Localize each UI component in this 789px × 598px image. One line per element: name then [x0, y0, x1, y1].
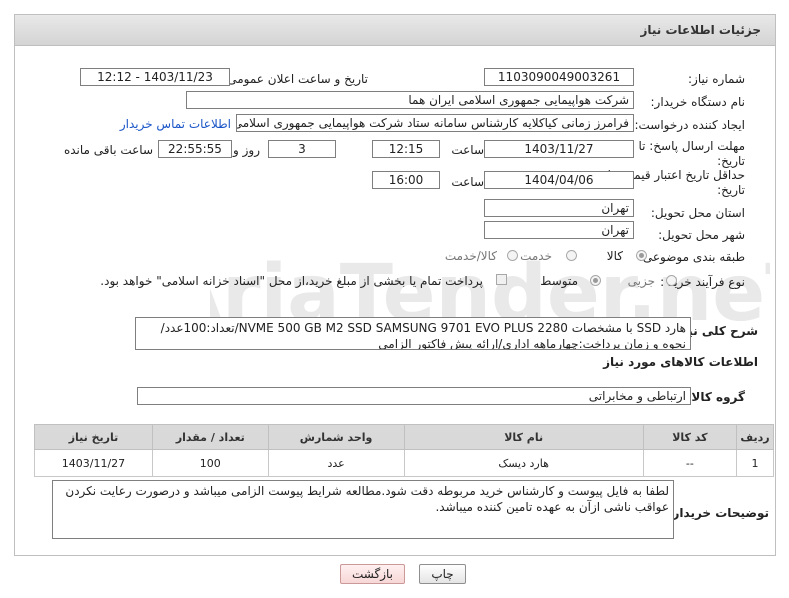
category-option-goods: کالا	[606, 249, 623, 263]
items-table-header: ردیف کد کالا نام کالا واحد شمارش تعداد /…	[34, 424, 775, 450]
cell-quantity: 100	[151, 449, 269, 477]
col-need-date: تاریخ نیاز	[34, 424, 153, 450]
cell-item-code: --	[642, 449, 737, 477]
price-validity-time-field: 16:00	[372, 171, 440, 189]
requester-label: ایجاد کننده درخواست:	[634, 118, 745, 132]
price-validity-date-field: 1404/04/06	[484, 171, 634, 189]
reply-time-label: ساعت	[451, 143, 484, 157]
process-option-minor: جزیی	[627, 274, 655, 288]
cell-need-date: 1403/11/27	[34, 449, 153, 477]
process-radio-minor[interactable]	[666, 275, 677, 286]
reply-deadline-label: مهلت ارسال پاسخ: تا	[638, 139, 745, 153]
reply-date-field: 1403/11/27	[484, 140, 634, 158]
category-option-goods-service: کالا/خدمت	[444, 249, 497, 263]
cell-unit: عدد	[267, 449, 405, 477]
col-unit: واحد شمارش	[267, 424, 405, 450]
goods-group-label: گروه کالا:	[686, 390, 745, 404]
col-row: ردیف	[735, 424, 775, 450]
goods-info-title: اطلاعات کالاهای مورد نیاز	[603, 355, 758, 369]
category-radio-goods-service[interactable]	[507, 250, 518, 261]
requester-field: فرامرز زمانی کیاکلایه کارشناس سامانه ستا…	[236, 114, 634, 132]
treasury-payment-note: پرداخت تمام یا بخشی از مبلغ خرید،از محل …	[100, 274, 483, 288]
reply-time-field: 12:15	[372, 140, 440, 158]
category-option-service: خدمت	[520, 249, 552, 263]
process-option-medium: متوسط	[540, 274, 578, 288]
days-remaining-field: 3	[268, 140, 336, 158]
col-quantity: تعداد / مقدار	[151, 424, 269, 450]
items-table: ردیف کد کالا نام کالا واحد شمارش تعداد /…	[34, 424, 775, 477]
buyer-notes-label: توضیحات خریدار:	[667, 506, 769, 520]
contact-info-link[interactable]: اطلاعات تماس خریدار	[120, 117, 231, 131]
cell-item-name: هارد دیسک	[403, 449, 644, 477]
price-validity-time-label: ساعت	[451, 175, 484, 189]
reply-deadline-label-2: تاریخ:	[717, 154, 745, 168]
col-item-name: نام کالا	[403, 424, 644, 450]
province-label: استان محل تحویل:	[650, 206, 745, 220]
announce-date-field: 1403/11/23 - 12:12	[80, 68, 230, 86]
description-textarea: هارد SSD با مشخصات NVME 500 GB M2 SSD SA…	[135, 317, 691, 350]
category-label: طبقه بندی موضوعی:	[638, 250, 745, 264]
city-label: شهر محل تحویل:	[658, 228, 745, 242]
cell-row: 1	[735, 449, 775, 477]
category-radio-goods[interactable]	[636, 250, 647, 261]
goods-group-field: ارتباطی و مخابراتی	[137, 387, 691, 405]
need-number-label: شماره نیاز:	[688, 72, 745, 86]
need-number-field: 1103090049003261	[484, 68, 634, 86]
buyer-org-field: شرکت هواپیمایی جمهوری اسلامی ایران هما	[186, 91, 634, 109]
province-field: تهران	[484, 199, 634, 217]
print-button[interactable]: چاپ	[419, 564, 466, 584]
table-row: 1 -- هارد دیسک عدد 100 1403/11/27	[34, 449, 775, 477]
announce-date-label: تاریخ و ساعت اعلان عمومی:	[223, 72, 368, 86]
buyer-org-label: نام دستگاه خریدار:	[650, 95, 746, 109]
days-label: روز و	[233, 143, 260, 157]
back-button[interactable]: بازگشت	[340, 564, 405, 584]
category-radio-service[interactable]	[566, 250, 577, 261]
price-validity-label-2: تاریخ:	[717, 183, 745, 197]
remaining-time-label: ساعت باقی مانده	[63, 143, 153, 157]
panel-header: جزئیات اطلاعات نیاز	[15, 15, 775, 46]
process-radio-medium[interactable]	[590, 275, 601, 286]
buyer-notes-textarea: لطفا به فایل پیوست و کارشناس خرید مربوطه…	[52, 480, 674, 539]
city-field: تهران	[484, 221, 634, 239]
treasury-payment-checkbox[interactable]	[496, 274, 507, 285]
remaining-time-field: 22:55:55	[158, 140, 232, 158]
panel-title: جزئیات اطلاعات نیاز	[640, 23, 761, 37]
col-item-code: کد کالا	[642, 424, 737, 450]
